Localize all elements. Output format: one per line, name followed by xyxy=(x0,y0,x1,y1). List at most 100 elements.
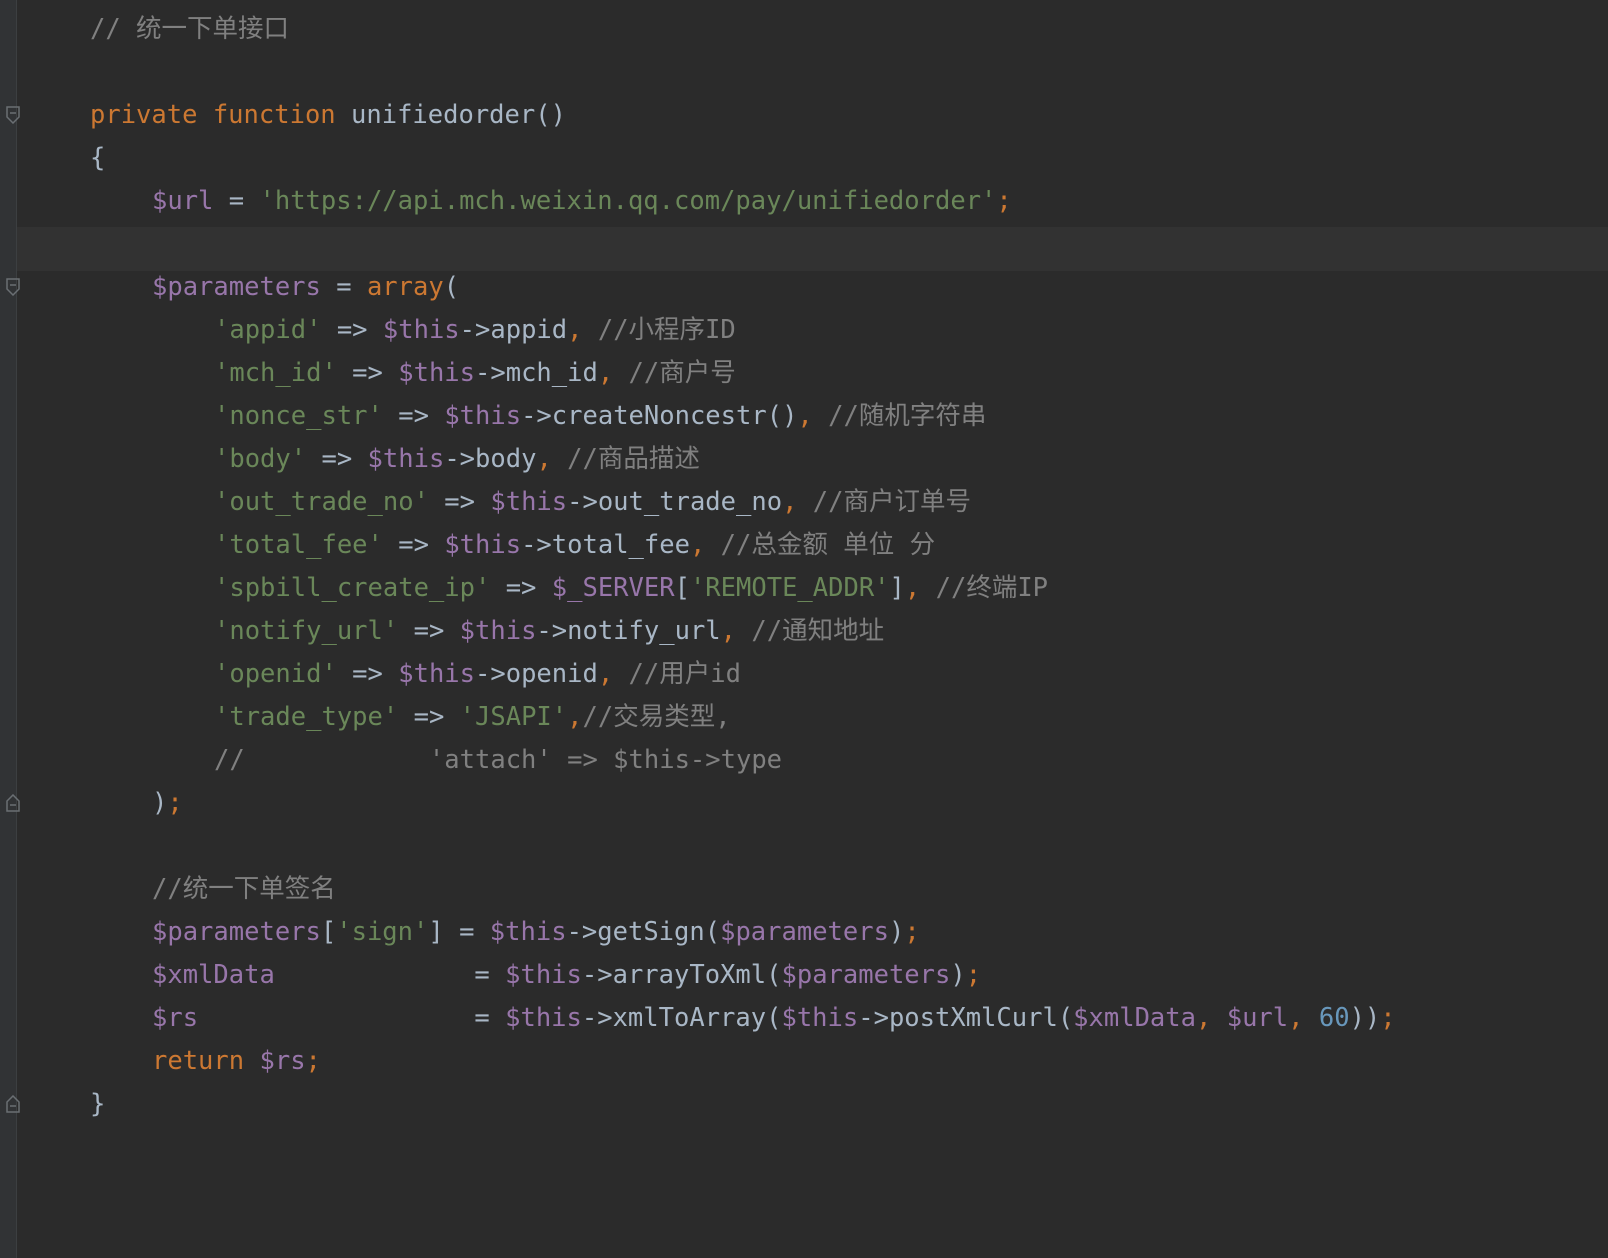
code-line[interactable]: // 统一下单接口 xyxy=(90,7,289,51)
code-line[interactable]: //统一下单签名 xyxy=(152,867,336,911)
code-token: [ xyxy=(674,573,690,603)
code-token: ->postXmlCurl( xyxy=(858,1003,1074,1033)
code-token: $this xyxy=(781,1003,859,1033)
code-token: $this xyxy=(505,1003,582,1033)
code-token: $this xyxy=(398,659,476,689)
code-token: , xyxy=(567,315,583,345)
code-token: = xyxy=(213,186,260,216)
code-token: , xyxy=(904,573,921,603)
code-line[interactable]: $rs = $this->xmlToArray($this->postXmlCu… xyxy=(152,996,1396,1040)
code-line[interactable]: // 'attach' => $this->type xyxy=(214,738,782,782)
code-line[interactable]: 'trade_type' => 'JSAPI',//交易类型, xyxy=(214,695,731,739)
editor-gutter[interactable] xyxy=(0,0,17,1258)
fold-open-icon[interactable] xyxy=(6,106,20,124)
code-line[interactable]: 'total_fee' => $this->total_fee, //总金额 单… xyxy=(214,523,935,567)
code-line[interactable]: private function unifiedorder() xyxy=(90,93,566,137)
code-token: = xyxy=(320,272,367,302)
code-token: ->total_fee xyxy=(521,530,690,560)
code-token: array xyxy=(366,272,444,302)
code-token: $rs xyxy=(259,1046,306,1076)
code-token: = xyxy=(198,1003,506,1033)
code-token: //总金额 单位 分 xyxy=(705,530,936,560)
code-line[interactable]: 'openid' => $this->openid, //用户id xyxy=(214,652,741,696)
code-editor[interactable]: // 统一下单接口 private function unifiedorder()… xyxy=(0,0,1608,1258)
code-token: ->openid xyxy=(475,659,598,689)
code-token: //商品描述 xyxy=(551,444,700,474)
code-line[interactable]: $xmlData = $this->arrayToXml($parameters… xyxy=(152,953,981,997)
code-token: 'REMOTE_ADDR' xyxy=(689,573,890,603)
code-line[interactable]: 'spbill_create_ip' => $_SERVER['REMOTE_A… xyxy=(214,566,1048,610)
code-token: , xyxy=(797,401,813,431)
code-token: => xyxy=(306,444,368,474)
code-token: ] xyxy=(889,573,905,603)
code-line[interactable]: $parameters = array( xyxy=(152,265,459,309)
code-line[interactable]: 'notify_url' => $this->notify_url, //通知地… xyxy=(214,609,884,653)
code-token: , xyxy=(1288,1003,1319,1033)
code-token: $xmlData xyxy=(152,960,275,990)
code-token: $this xyxy=(444,401,522,431)
code-token: ) xyxy=(152,788,168,818)
code-line[interactable]: return $rs; xyxy=(152,1039,321,1083)
code-line[interactable]: 'out_trade_no' => $this->out_trade_no, /… xyxy=(214,480,971,524)
code-line[interactable]: $parameters['sign'] = $this->getSign($pa… xyxy=(152,910,920,954)
code-token: //通知地址 xyxy=(736,616,885,646)
code-token: ->arrayToXml( xyxy=(581,960,782,990)
code-line[interactable]: { xyxy=(90,136,105,180)
code-token: 'JSAPI' xyxy=(459,702,568,732)
fold-close-icon[interactable] xyxy=(6,794,20,812)
code-token: => xyxy=(398,702,460,732)
code-token: 'out_trade_no' xyxy=(214,487,429,517)
code-token: } xyxy=(90,1089,106,1119)
code-line[interactable]: $url = 'https://api.mch.weixin.qq.com/pa… xyxy=(152,179,1012,223)
code-line[interactable]: 'nonce_str' => $this->createNoncestr(), … xyxy=(214,394,986,438)
fold-close-icon[interactable] xyxy=(6,1095,20,1113)
code-token: $this xyxy=(459,616,537,646)
code-token: [ xyxy=(320,917,337,947)
code-token: , xyxy=(536,444,552,474)
code-token: , xyxy=(597,659,614,689)
fold-open-icon[interactable] xyxy=(6,278,20,296)
code-token: ->mch_id xyxy=(475,358,598,388)
code-token: => xyxy=(428,487,491,517)
code-token: , xyxy=(597,358,614,388)
code-token: $this xyxy=(382,315,460,345)
code-token: $this xyxy=(490,487,568,517)
code-line[interactable]: 'appid' => $this->appid, //小程序ID xyxy=(214,308,736,352)
code-token: ) xyxy=(950,960,966,990)
code-token: 'sign' xyxy=(336,917,429,947)
code-token: ->getSign( xyxy=(566,917,721,947)
code-token: //商户订单号 xyxy=(797,487,971,517)
code-token: { xyxy=(90,143,106,173)
code-line[interactable]: ); xyxy=(152,781,183,825)
code-token: //用户id xyxy=(613,659,741,689)
code-token: ->xmlToArray( xyxy=(581,1003,782,1033)
code-token: $this xyxy=(444,530,522,560)
code-token: 'body' xyxy=(214,444,307,474)
code-token: ->body xyxy=(444,444,537,474)
code-token: $xmlData xyxy=(1073,1003,1196,1033)
code-token: ->notify_url xyxy=(536,616,721,646)
code-token: , xyxy=(567,702,583,732)
code-token: => xyxy=(321,315,383,345)
code-line[interactable]: } xyxy=(90,1082,105,1126)
code-token: 'trade_type' xyxy=(214,702,399,732)
code-token: private xyxy=(90,100,198,130)
code-token: ; xyxy=(965,960,982,990)
code-token: 'nonce_str' xyxy=(214,401,383,431)
code-token: , xyxy=(782,487,798,517)
code-token: ->createNoncestr() xyxy=(521,401,798,431)
code-token: $url xyxy=(1226,1003,1289,1033)
code-token: $parameters xyxy=(720,917,889,947)
code-token: unifiedorder() xyxy=(335,100,566,130)
code-token: 'https://api.mch.weixin.qq.com/pay/unifi… xyxy=(259,186,997,216)
code-line[interactable]: 'mch_id' => $this->mch_id, //商户号 xyxy=(214,351,736,395)
code-token: $this xyxy=(505,960,582,990)
code-line[interactable]: 'body' => $this->body, //商品描述 xyxy=(214,437,700,481)
code-token: ) xyxy=(888,917,905,947)
code-token: ; xyxy=(1380,1003,1396,1033)
code-token: $url xyxy=(152,186,214,216)
code-token: => xyxy=(382,401,445,431)
code-token: // 'attach' => $this->type xyxy=(214,745,783,775)
code-token: $this xyxy=(398,358,476,388)
